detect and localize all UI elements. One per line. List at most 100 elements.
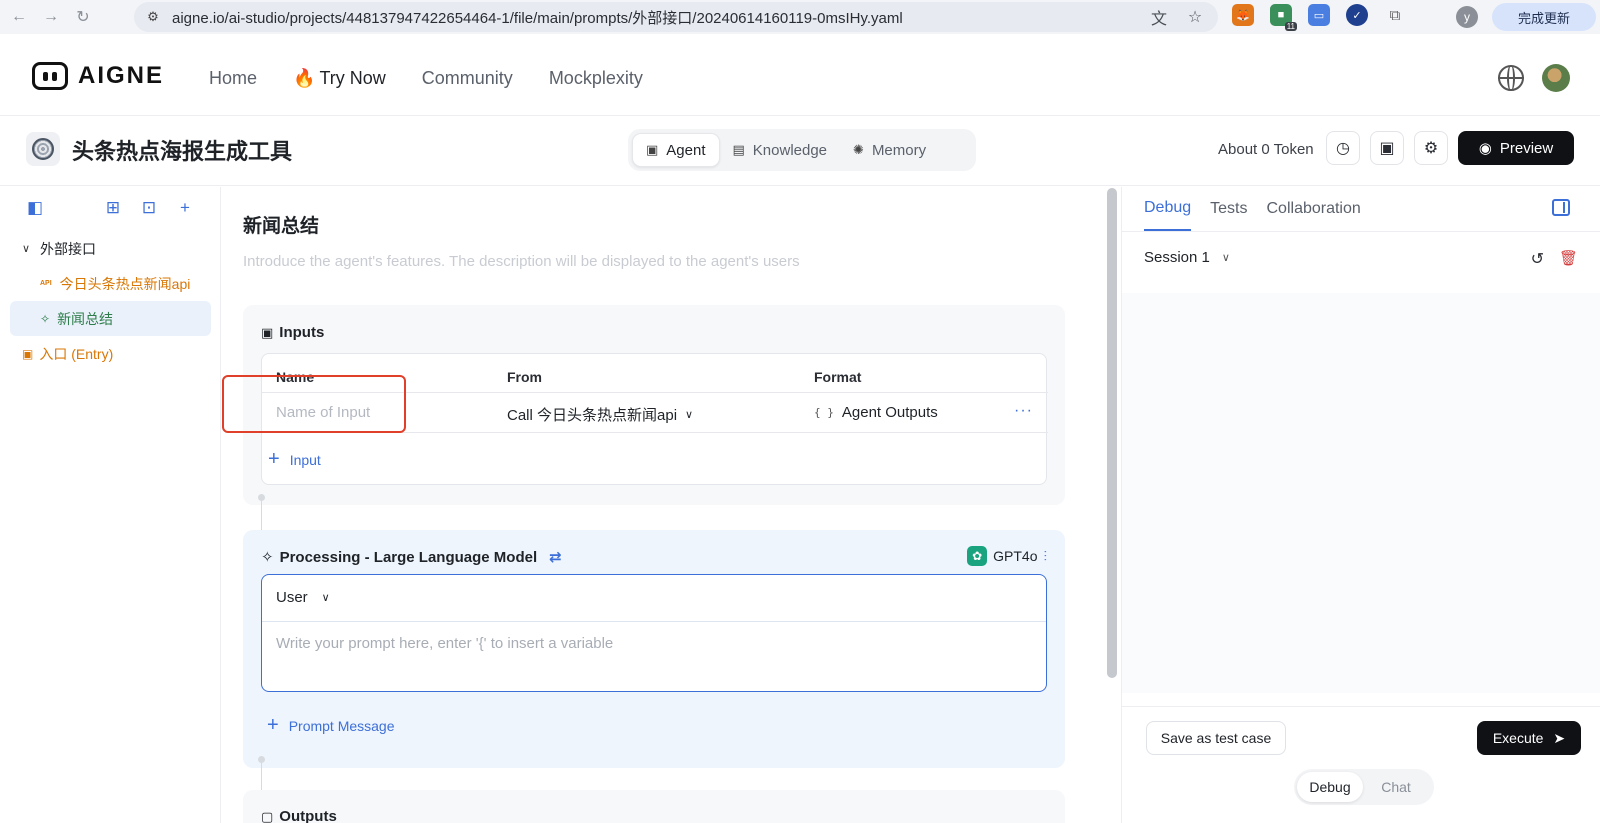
fire-icon: 🔥 — [293, 68, 316, 88]
chevron-down-icon: ∨ — [685, 409, 694, 421]
agent-description-input[interactable]: Introduce the agent's features. The desc… — [243, 253, 800, 270]
tab-knowledge-label: Knowledge — [752, 141, 828, 159]
inputs-title-label: Inputs — [279, 324, 325, 341]
input-format-select[interactable]: { } Agent Outputs — [814, 404, 938, 421]
add-prompt-message-button[interactable]: + Prompt Message — [267, 714, 395, 737]
puzzle-extensions-icon[interactable]: ⧉ — [1384, 4, 1406, 26]
input-format-value: Agent Outputs — [841, 404, 938, 421]
session-select[interactable]: Session 1 ∨ — [1144, 249, 1230, 266]
globe-language-icon[interactable] — [1498, 65, 1524, 91]
api-tag-icon: API — [40, 280, 52, 287]
check-extension-icon[interactable]: ✓ — [1346, 4, 1368, 26]
chevron-down-icon: ∨ — [321, 592, 330, 604]
flow-connector — [258, 756, 265, 791]
outputs-title: ▢ Outputs — [261, 808, 337, 823]
profile-avatar[interactable]: y — [1456, 6, 1478, 28]
add-file-icon[interactable]: + — [174, 197, 196, 219]
connector-dot — [258, 756, 265, 763]
braces-icon: { } — [814, 406, 834, 419]
extensions-area: 🦊 ■ 11 ▭ ✓ ⧉ — [1232, 4, 1406, 31]
inputs-title: ▣ Inputs — [261, 324, 324, 341]
save-button[interactable]: ▣ — [1370, 131, 1404, 165]
window-extension-icon[interactable]: ▭ — [1308, 4, 1330, 26]
aigne-logo[interactable]: AIGNE — [32, 62, 164, 90]
import-template-icon[interactable]: ⊞ — [102, 197, 124, 219]
swap-arrows-icon[interactable]: ⇄ — [549, 548, 562, 566]
session-messages — [1122, 293, 1600, 693]
history-button[interactable]: ◷ — [1326, 131, 1360, 165]
openai-icon: ✿ — [967, 546, 988, 566]
nav-home[interactable]: Home — [209, 68, 257, 89]
back-arrow-icon[interactable]: ← — [6, 4, 32, 30]
role-select[interactable]: User ∨ — [276, 589, 330, 606]
tune-settings-icon[interactable]: ⫶ — [1044, 548, 1048, 565]
bottom-divider — [1122, 706, 1600, 707]
add-input-button[interactable]: + Input — [268, 448, 321, 471]
tab-debug[interactable]: Debug — [1144, 187, 1192, 231]
agent-mode-tabs: ▣ Agent ▤ Knowledge ✺ Memory — [628, 129, 976, 171]
tab-agent-label: Agent — [666, 141, 706, 159]
bookmark-star-icon[interactable]: ☆ — [1184, 6, 1206, 28]
tab-agent[interactable]: ▣ Agent — [632, 133, 720, 167]
mode-debug[interactable]: Debug — [1297, 772, 1363, 802]
tree-folder[interactable]: ∨ 外部接口 — [10, 231, 211, 266]
prompt-input[interactable]: Write your prompt here, enter '{' to ins… — [276, 635, 613, 652]
browser-toolbar: ← → ↻ ⚙ aigne.io/ai-studio/projects/4481… — [0, 0, 1600, 34]
panel-toggle-icon[interactable] — [1552, 199, 1570, 216]
settings-button[interactable]: ⚙ — [1414, 131, 1448, 165]
logo-text: AIGNE — [78, 62, 165, 89]
history-icon[interactable]: ↺ — [1531, 249, 1544, 269]
model-selector[interactable]: ✿ GPT4o ⫶ — [967, 546, 1047, 566]
chevron-down-icon[interactable]: ∨ — [22, 242, 40, 255]
brain-icon: ✺ — [853, 142, 864, 157]
history-clock-icon: ◷ — [1336, 140, 1350, 157]
input-from-select[interactable]: Call 今日头条热点新闻api ∨ — [507, 404, 693, 425]
translate-icon[interactable]: 文 — [1148, 6, 1170, 28]
browser-update-button[interactable]: 完成更新 — [1492, 3, 1596, 31]
tab-knowledge[interactable]: ▤ Knowledge — [720, 133, 841, 167]
extension-badge: 11 — [1284, 22, 1297, 31]
preview-button[interactable]: ◉ Preview — [1458, 131, 1574, 165]
trash-icon[interactable]: 🗑 — [1559, 249, 1578, 267]
agent-name[interactable]: 新闻总结 — [243, 211, 319, 238]
fox-extension-icon[interactable]: 🦊 — [1232, 4, 1254, 26]
editor-scrollbar[interactable] — [1107, 188, 1117, 678]
processing-section: ✧ Processing - Large Language Model ⇄ ✿ GPT… — [243, 530, 1065, 768]
execute-button[interactable]: Execute ➤ — [1477, 721, 1581, 755]
green-extension-icon[interactable]: ■ 11 — [1270, 4, 1297, 31]
save-test-case-button[interactable]: Save as test case — [1146, 721, 1286, 755]
nav-try-now[interactable]: 🔥 Try Now — [293, 68, 386, 89]
forward-arrow-icon[interactable]: → — [38, 4, 64, 30]
book-icon: ▤ — [732, 142, 745, 157]
role-value: User — [276, 589, 308, 606]
url-text[interactable]: aigne.io/ai-studio/projects/448137947422… — [172, 7, 903, 28]
tree-item-agent[interactable]: ✧ 新闻总结 — [10, 301, 211, 336]
project-logo-icon — [32, 138, 54, 160]
processing-title: ✧ Processing - Large Language Model ⇄ — [261, 548, 562, 567]
sparkle-icon: ✧ — [40, 311, 51, 326]
mode-chat[interactable]: Chat — [1363, 772, 1429, 802]
debug-panel-tabs: Debug Tests Collaboration — [1144, 187, 1361, 231]
nav-community[interactable]: Community — [422, 68, 513, 89]
file-sidebar: ◧ ⊞ ⊡ + ∨ 外部接口 API 今日头条热点新闻api ✧ 新闻总结 ▣ 入口 (… — [0, 187, 221, 823]
address-bar[interactable]: ⚙ aigne.io/ai-studio/projects/4481379474… — [134, 2, 1218, 32]
tab-collaboration[interactable]: Collaboration — [1267, 187, 1361, 231]
token-count: About 0 Token — [1218, 141, 1314, 158]
new-folder-icon[interactable]: ⊡ — [138, 197, 160, 219]
nav-mockplexity[interactable]: Mockplexity — [549, 68, 643, 89]
robot-icon: ▣ — [646, 142, 659, 157]
reload-icon[interactable]: ↻ — [70, 4, 96, 30]
project-title: 头条热点海报生成工具 — [72, 140, 293, 165]
site-settings-icon[interactable]: ⚙ — [142, 6, 164, 28]
user-avatar[interactable] — [1542, 64, 1570, 92]
tab-tests[interactable]: Tests — [1210, 187, 1247, 231]
more-options-icon[interactable]: ··· — [1014, 402, 1033, 420]
tree-item-entry[interactable]: ▣ 入口 (Entry) — [10, 336, 211, 371]
tree-item-api[interactable]: API 今日头条热点新闻api — [10, 266, 211, 301]
send-icon: ➤ — [1553, 729, 1566, 746]
prompt-editor: User ∨ Write your prompt here, enter '{' … — [261, 574, 1047, 692]
sidebar-toggle-icon[interactable]: ◧ — [24, 197, 46, 219]
nav-try-now-label: Try Now — [319, 68, 386, 88]
connector-dot — [258, 494, 265, 501]
tab-memory[interactable]: ✺ Memory — [840, 133, 939, 167]
